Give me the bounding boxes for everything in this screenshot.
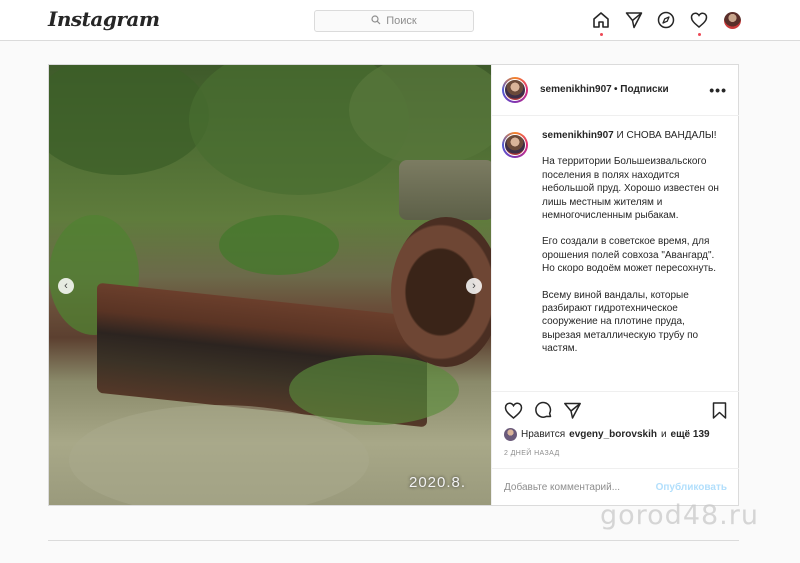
foliage <box>49 65 209 175</box>
liker-avatar <box>504 428 517 441</box>
post-card: 2020.8. ‹ › semenikhin907 • Подписки •••… <box>48 64 739 506</box>
post-date[interactable]: 2 ДНЕЙ НАЗАД <box>504 450 560 457</box>
bookmark-icon[interactable] <box>710 401 729 420</box>
likes-joiner: и <box>660 429 667 440</box>
activity-notification-dot <box>698 33 701 36</box>
next-photo-button[interactable]: › <box>466 278 482 294</box>
publish-button[interactable]: Опубликовать <box>656 482 727 493</box>
instagram-logo[interactable]: Instagram <box>48 7 160 31</box>
search-input[interactable]: Поиск <box>314 10 474 32</box>
explore-icon[interactable] <box>657 11 675 29</box>
comment-input[interactable]: Добавьте комментарий... <box>504 482 620 493</box>
comment-icon[interactable] <box>534 401 553 420</box>
post-sidebar: semenikhin907 • Подписки ••• semenikhin9… <box>491 65 739 505</box>
profile-avatar[interactable] <box>724 12 741 29</box>
share-icon[interactable] <box>563 401 582 420</box>
search-icon <box>371 14 381 28</box>
post-header: semenikhin907 • Подписки ••• <box>492 65 739 116</box>
author-avatar[interactable] <box>502 77 528 103</box>
post-actions: Нравится evgeny_borovskih и ещё 139 2 ДН… <box>492 391 739 506</box>
chevron-left-icon: ‹ <box>64 279 68 292</box>
home-notification-dot <box>600 33 603 36</box>
home-icon[interactable] <box>592 11 610 29</box>
caption-title: И СНОВА ВАНДАЛЫ! <box>616 130 717 141</box>
caption-avatar[interactable] <box>502 132 528 158</box>
photo-timestamp: 2020.8. <box>409 474 467 491</box>
likes-summary: Нравится evgeny_borovskih и ещё 139 <box>504 428 710 441</box>
follow-status[interactable]: • Подписки <box>614 84 669 95</box>
top-nav: Instagram Поиск <box>0 0 800 41</box>
concrete-block <box>399 160 491 220</box>
likes-count-link[interactable]: ещё 139 <box>671 429 710 440</box>
prev-photo-button[interactable]: ‹ <box>58 278 74 294</box>
chevron-right-icon: › <box>472 279 476 292</box>
more-options-icon[interactable]: ••• <box>709 82 727 98</box>
caption-paragraph: Его создали в советское время, для ороше… <box>542 236 717 275</box>
search-placeholder: Поиск <box>386 15 417 27</box>
caption-username[interactable]: semenikhin907 <box>542 130 614 141</box>
dry-grass <box>69 405 369 505</box>
likes-prefix: Нравится <box>521 429 566 440</box>
foliage <box>219 215 339 275</box>
caption-paragraph: Всему виной вандалы, которые разбирают г… <box>542 289 699 355</box>
direct-icon[interactable] <box>625 11 643 29</box>
heart-icon[interactable] <box>690 11 708 29</box>
caption-paragraph: На территории Большеизвальского поселени… <box>542 156 719 222</box>
grass <box>289 355 459 425</box>
like-heart-icon[interactable] <box>504 401 523 420</box>
post-photo[interactable]: 2020.8. ‹ › <box>49 65 491 505</box>
liker-username[interactable]: evgeny_borovskih <box>569 429 657 440</box>
site-watermark: gorod48.ru <box>600 500 759 531</box>
feed-divider <box>48 540 739 541</box>
author-username[interactable]: semenikhin907 <box>540 84 612 95</box>
